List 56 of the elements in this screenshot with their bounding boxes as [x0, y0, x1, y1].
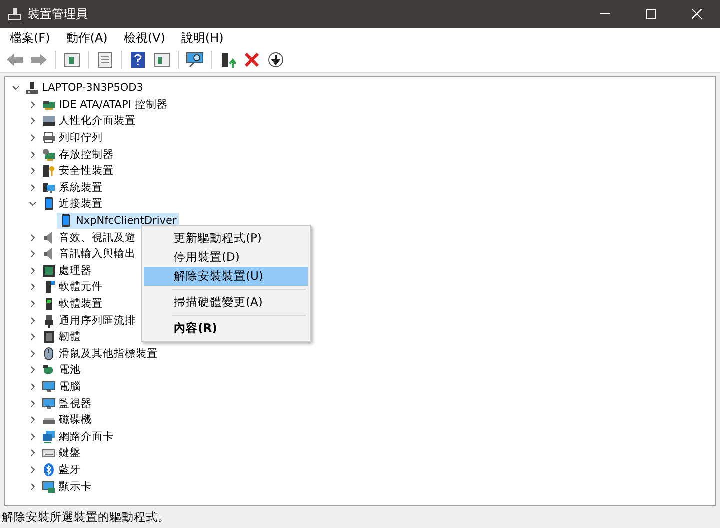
tree-item[interactable]: 通用序列匯流排 — [40, 312, 138, 329]
tree-item[interactable]: LAPTOP-3N3P5OD3 — [23, 80, 146, 96]
tree-item[interactable]: NxpNfcClientDriver — [57, 213, 179, 230]
maximize-icon — [646, 9, 656, 19]
tree-item[interactable]: 韌體 — [40, 329, 83, 346]
bluetooth-icon — [42, 462, 56, 477]
menu-item[interactable]: 解除安裝裝置(U) — [144, 267, 308, 286]
close-icon — [692, 9, 702, 19]
tree-item[interactable]: 藍牙 — [40, 462, 83, 478]
mouse-icon — [42, 346, 56, 361]
menu-item[interactable]: 檔案(F) — [2, 30, 58, 46]
keyboard-icon — [42, 114, 56, 128]
phone-icon — [42, 197, 56, 212]
tree-item[interactable]: 處理器 — [40, 262, 94, 279]
tree-item[interactable]: 鍵盤 — [40, 445, 83, 462]
tree-item[interactable]: 電腦 — [40, 378, 83, 395]
menu-item[interactable]: 內容(R) — [144, 319, 308, 338]
monitor-icon — [42, 180, 56, 195]
printer-icon — [42, 131, 56, 146]
menu-item[interactable]: 說明(H) — [173, 30, 232, 46]
monitor-icon — [42, 396, 56, 411]
status-text: 解除安裝所選裝置的驅動程式。 — [2, 510, 170, 524]
tree-item[interactable]: 滑鼠及其他指標裝置 — [40, 346, 160, 362]
tree-item[interactable]: 人性化介面裝置 — [40, 113, 138, 130]
menu-item[interactable]: 動作(A) — [58, 30, 116, 46]
tree-item[interactable]: 列印佇列 — [40, 130, 105, 146]
tree-item[interactable]: 軟體元件 — [40, 279, 105, 296]
tree-item[interactable]: 電池 — [40, 362, 83, 378]
tree-item[interactable]: 磁碟機 — [40, 412, 94, 428]
display-card-icon — [42, 480, 56, 494]
menu-item[interactable]: 停用裝置(D) — [144, 248, 308, 267]
tree-item[interactable]: 網路介面卡 — [40, 428, 116, 445]
usb-plug-icon — [42, 314, 56, 328]
window-title: 裝置管理員 — [28, 6, 89, 22]
tree-item[interactable]: 顯示卡 — [40, 478, 94, 495]
key-icon — [42, 164, 56, 178]
chip-icon — [42, 330, 56, 344]
tree-item[interactable]: IDE ATA/ATAPI 控制器 — [40, 96, 170, 113]
phone-icon — [59, 214, 73, 228]
tree-item[interactable]: 安全性裝置 — [40, 163, 116, 180]
chip-icon — [42, 264, 56, 278]
computer-icon — [8, 7, 22, 21]
menu-item[interactable]: 檢視(V) — [116, 30, 174, 46]
network-icon — [42, 430, 56, 444]
tree-item[interactable]: 監視器 — [40, 396, 94, 412]
tree-item[interactable]: 系統裝置 — [40, 180, 105, 196]
computer-icon — [25, 81, 39, 96]
tree-item[interactable]: 軟體裝置 — [40, 296, 105, 312]
tree-item[interactable]: 近接裝置 — [40, 196, 105, 212]
tree-item[interactable]: 音效、視訊及遊 — [40, 230, 138, 246]
tree-item[interactable]: 存放控制器 — [40, 146, 116, 163]
monitor-icon — [42, 380, 56, 394]
controller-card-icon — [42, 148, 56, 162]
tree-item[interactable]: 音訊輸入與輸出 — [40, 246, 138, 262]
menu-item[interactable]: 更新驅動程式(P) — [144, 229, 308, 248]
menu-item[interactable]: 掃描硬體變更(A) — [144, 293, 308, 312]
